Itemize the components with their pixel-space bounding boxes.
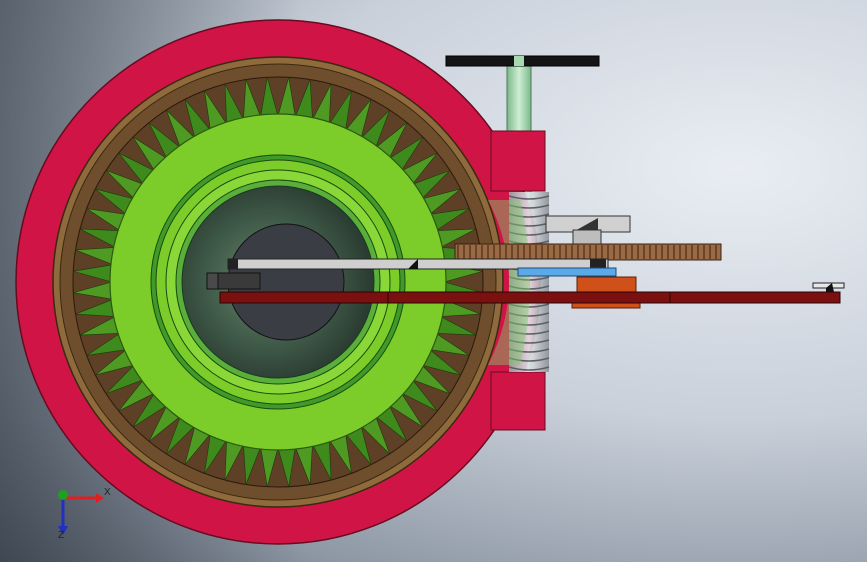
upper-bearing-block[interactable] [490, 130, 546, 192]
z-axis-label: Z [58, 530, 65, 541]
blue-link[interactable] [517, 267, 617, 277]
coordinate-triad [58, 490, 104, 535]
y-axis-arrow [58, 490, 68, 500]
main-rod[interactable] [219, 291, 841, 304]
orange-block[interactable] [576, 276, 637, 294]
cad-model[interactable] [0, 0, 867, 562]
end-tab[interactable] [812, 282, 845, 292]
x-axis-label: X [104, 487, 111, 498]
graphics-viewport[interactable]: X Z [0, 0, 867, 562]
rack-gear[interactable] [454, 243, 722, 261]
gray-bracket[interactable] [545, 215, 631, 245]
lower-bearing-block[interactable] [490, 371, 546, 431]
